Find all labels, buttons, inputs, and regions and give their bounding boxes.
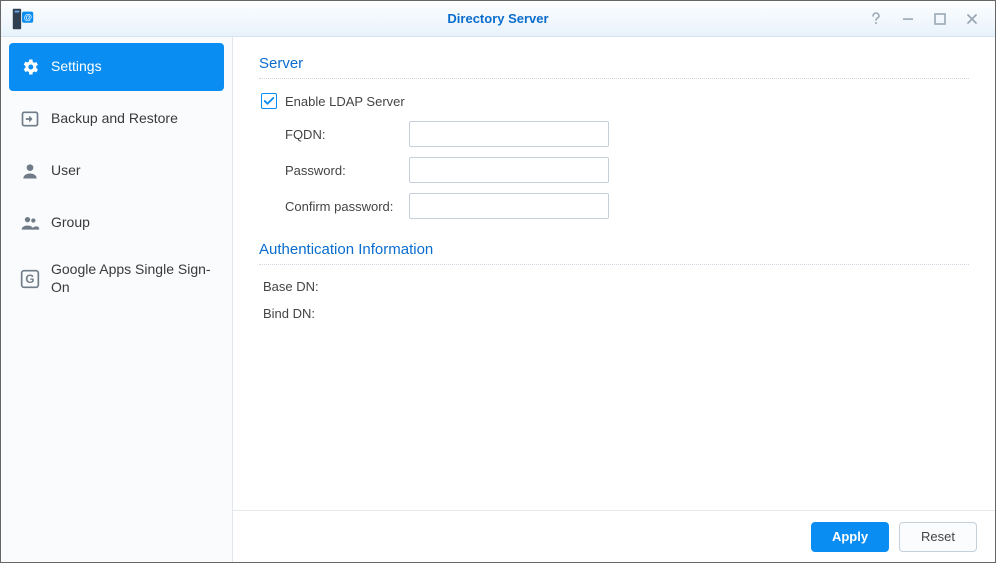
sidebar-item-label: Backup and Restore [51,110,178,128]
enable-ldap-checkbox[interactable] [261,93,277,109]
sidebar: Settings Backup and Restore User Group G [1,37,233,562]
auth-section-heading: Authentication Information [259,241,969,258]
divider [259,264,969,265]
sidebar-item-backup[interactable]: Backup and Restore [9,95,224,143]
gear-icon [19,56,41,78]
reset-button[interactable]: Reset [899,522,977,552]
help-icon[interactable] [867,10,885,28]
sidebar-item-label: Google Apps Single Sign-On [51,261,214,296]
minimize-icon[interactable] [899,10,917,28]
close-icon[interactable] [963,10,981,28]
google-icon: G [19,268,41,290]
base-dn-label: Base DN: [263,279,339,294]
svg-text:@: @ [24,11,32,21]
server-section-heading: Server [259,55,969,72]
app-icon: @ [9,5,37,33]
enable-ldap-row: Enable LDAP Server [259,93,969,109]
sidebar-item-settings[interactable]: Settings [9,43,224,91]
sidebar-item-label: Group [51,214,90,232]
window-title: Directory Server [1,11,995,26]
apply-button[interactable]: Apply [811,522,889,552]
footer: Apply Reset [233,510,995,562]
sidebar-item-label: Settings [51,58,102,76]
main-panel: Server Enable LDAP Server FQDN: Password… [233,37,995,562]
user-icon [19,160,41,182]
password-label: Password: [259,163,409,178]
sidebar-item-user[interactable]: User [9,147,224,195]
backup-icon [19,108,41,130]
confirm-password-label: Confirm password: [259,199,409,214]
fqdn-label: FQDN: [259,127,409,142]
fqdn-input[interactable] [409,121,609,147]
maximize-icon[interactable] [931,10,949,28]
enable-ldap-label: Enable LDAP Server [285,94,405,109]
sidebar-item-label: User [51,162,81,180]
group-icon [19,212,41,234]
svg-text:G: G [25,273,34,286]
sidebar-item-group[interactable]: Group [9,199,224,247]
window-controls [867,10,989,28]
confirm-password-input[interactable] [409,193,609,219]
password-input[interactable] [409,157,609,183]
sidebar-item-google-sso[interactable]: G Google Apps Single Sign-On [9,251,224,306]
title-bar: @ Directory Server [1,1,995,37]
divider [259,78,969,79]
bind-dn-label: Bind DN: [263,306,339,321]
